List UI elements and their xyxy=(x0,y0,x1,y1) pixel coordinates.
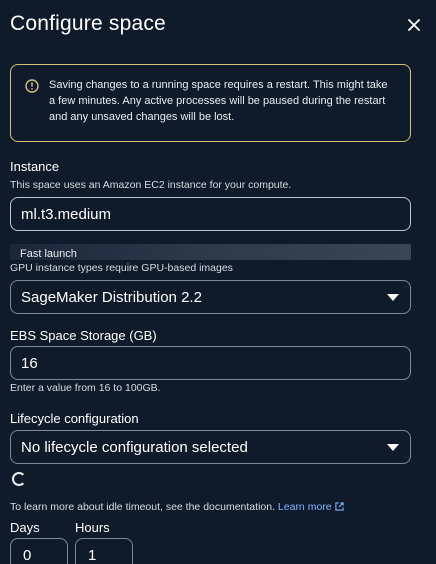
image-value: SageMaker Distribution 2.2 xyxy=(21,288,202,306)
learn-more-link[interactable]: Learn more xyxy=(278,501,344,513)
idle-timeout-text: To learn more about idle timeout, see th… xyxy=(10,501,275,513)
alert-message: Saving changes to a running space requir… xyxy=(49,79,388,123)
lifecycle-label: Lifecycle configuration xyxy=(10,411,139,426)
hours-label: Hours xyxy=(75,520,110,535)
lifecycle-value: No lifecycle configuration selected xyxy=(21,438,248,456)
instance-label: Instance xyxy=(10,159,60,174)
panel-header: Configure space xyxy=(10,12,426,44)
fast-launch-label: Fast launch xyxy=(20,248,77,260)
instance-type-value: ml.t3.medium xyxy=(21,205,112,223)
close-button[interactable] xyxy=(404,15,424,35)
storage-hint: Enter a value from 16 to 100GB. xyxy=(10,382,161,394)
days-value: 0 xyxy=(23,546,32,564)
storage-input[interactable]: 16 xyxy=(10,346,411,380)
image-description: GPU instance types require GPU-based ima… xyxy=(10,262,233,274)
hours-value: 1 xyxy=(88,546,97,564)
info-icon xyxy=(25,79,39,93)
external-link-icon xyxy=(334,502,344,511)
learn-more-label: Learn more xyxy=(277,501,332,513)
spinner-icon xyxy=(12,472,26,486)
lifecycle-select[interactable]: No lifecycle configuration selected xyxy=(10,430,411,464)
storage-label: EBS Space Storage (GB) xyxy=(10,328,157,343)
chevron-down-icon xyxy=(387,294,399,301)
page-title: Configure space xyxy=(10,12,166,35)
instance-type-select[interactable]: ml.t3.medium xyxy=(10,197,411,231)
days-label: Days xyxy=(10,520,40,535)
storage-value: 16 xyxy=(21,354,38,372)
image-select[interactable]: SageMaker Distribution 2.2 xyxy=(10,280,411,314)
idle-timeout-info: To learn more about idle timeout, see th… xyxy=(10,501,344,513)
hours-input[interactable]: 1 xyxy=(75,538,133,564)
restart-warning-alert: Saving changes to a running space requir… xyxy=(10,64,411,142)
close-icon xyxy=(408,19,420,31)
chevron-down-icon xyxy=(387,444,399,451)
configure-space-panel: Configure space Saving changes to a runn… xyxy=(0,0,436,564)
days-input[interactable]: 0 xyxy=(10,538,68,564)
instance-description: This space uses an Amazon EC2 instance f… xyxy=(10,179,292,191)
